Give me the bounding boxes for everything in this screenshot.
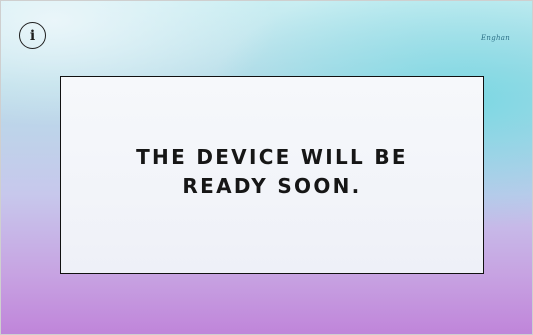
message-panel: THE DEVICE WILL BE READY SOON. (60, 76, 484, 274)
status-message: THE DEVICE WILL BE READY SOON. (136, 145, 408, 198)
info-icon: i (29, 27, 36, 44)
info-button[interactable]: i (19, 22, 46, 49)
brand-logo: Enghan (481, 34, 511, 42)
device-screen: i Enghan THE DEVICE WILL BE READY SOON. (0, 0, 533, 335)
